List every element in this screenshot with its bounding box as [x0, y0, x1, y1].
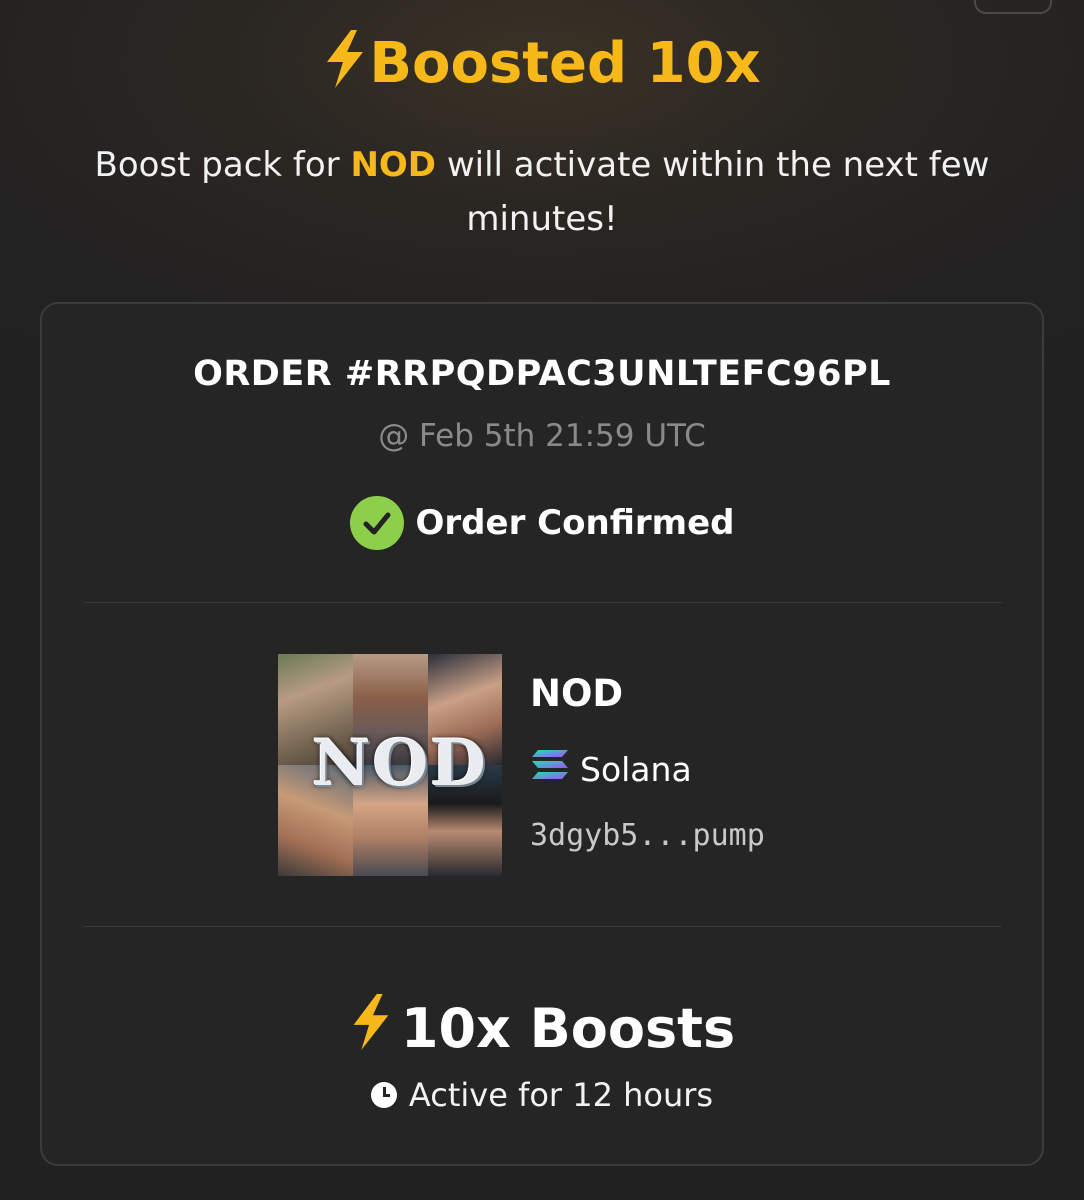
- token-chain: Solana: [530, 748, 692, 790]
- token-chain-label: Solana: [580, 749, 692, 789]
- lightning-bolt-icon: [323, 30, 367, 102]
- order-card: ORDER #RRPQDPAC3UNLTEFC96PL @ Feb 5th 21…: [40, 302, 1044, 1166]
- clock-icon: [370, 1082, 397, 1108]
- check-circle-icon: [349, 496, 404, 550]
- order-status-label: Order Confirmed: [415, 503, 735, 543]
- activation-message-suffix: will activate within the next few minute…: [436, 145, 990, 239]
- lightning-bolt-icon: [349, 994, 393, 1063]
- boost-amount: 10x Boosts: [42, 994, 1042, 1063]
- top-right-button[interactable]: [974, 0, 1052, 14]
- token-image[interactable]: NOD: [278, 654, 502, 876]
- token-image-wordmark: NOD: [312, 726, 488, 801]
- boost-duration-label: Active for 12 hours: [408, 1076, 714, 1114]
- token-name: NOD: [530, 672, 624, 715]
- page-title: Boosted 10x: [0, 30, 1084, 102]
- divider: [84, 926, 1002, 927]
- order-status: Order Confirmed: [42, 496, 1042, 550]
- solana-icon: [530, 748, 570, 790]
- token-address[interactable]: 3dgyb5...pump: [530, 818, 765, 853]
- boost-amount-label: 10x Boosts: [400, 997, 736, 1060]
- activation-message: Boost pack for NOD will activate within …: [90, 138, 994, 246]
- activation-message-prefix: Boost pack for: [94, 145, 351, 185]
- boost-duration: Active for 12 hours: [42, 1076, 1042, 1114]
- order-id: ORDER #RRPQDPAC3UNLTEFC96PL: [193, 354, 891, 394]
- page-title-text: Boosted 10x: [369, 31, 761, 96]
- activation-token-name: NOD: [350, 145, 437, 185]
- divider: [84, 602, 1002, 603]
- order-timestamp: @ Feb 5th 21:59 UTC: [378, 418, 706, 454]
